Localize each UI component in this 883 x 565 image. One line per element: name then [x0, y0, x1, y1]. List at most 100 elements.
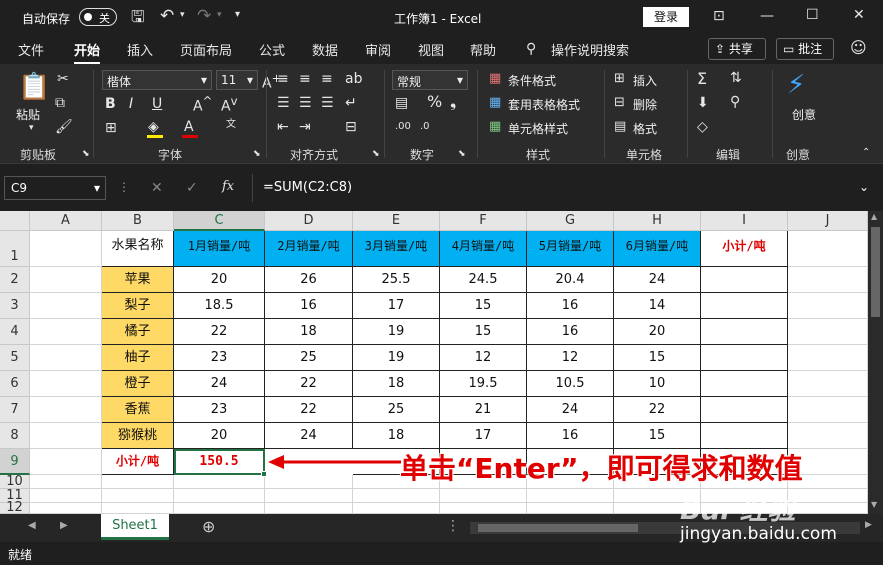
create-button[interactable]: 创意 — [792, 106, 816, 123]
data-cell[interactable]: 18 — [353, 371, 440, 397]
cell-j6[interactable] — [788, 371, 868, 397]
underline-button[interactable]: U — [152, 97, 162, 111]
align-middle-icon[interactable]: ≡ — [299, 72, 311, 86]
data-cell[interactable]: 19.5 — [440, 371, 527, 397]
maximize-icon[interactable]: ☐ — [806, 8, 819, 22]
format-cells-button[interactable]: 格式 — [633, 120, 657, 137]
autosave-toggle[interactable]: 关 — [79, 8, 117, 26]
column-header-a[interactable]: A — [30, 211, 102, 231]
data-cell[interactable]: 20 — [614, 319, 701, 345]
format-as-table-button[interactable]: 套用表格格式 — [508, 96, 580, 113]
cell-c12[interactable] — [174, 503, 265, 514]
data-cell[interactable]: 16 — [265, 293, 353, 319]
decrease-indent-icon[interactable]: ⇤ — [277, 120, 289, 134]
smiley-feedback-icon[interactable]: ☺ — [850, 40, 867, 56]
customize-toolbar-icon[interactable]: ▾ — [235, 10, 240, 20]
data-cell[interactable]: 12 — [440, 345, 527, 371]
align-top-icon[interactable]: ≡ — [277, 72, 289, 86]
fill-color-icon[interactable]: ◈ — [148, 120, 159, 134]
data-cell[interactable]: 20.4 — [527, 267, 614, 293]
subtotal-cell[interactable] — [701, 423, 788, 449]
row-header-5[interactable]: 5 — [0, 345, 30, 371]
tab-data[interactable]: 数据 — [312, 40, 338, 59]
search-label[interactable]: 操作说明搜索 — [551, 40, 629, 59]
data-cell[interactable]: 18 — [353, 423, 440, 449]
cut-icon[interactable]: ✂ — [57, 72, 69, 86]
worksheet-grid[interactable]: A B C D E F G H I J 1 2 3 4 5 6 7 8 9 10 11 12 水果名称 1月销量/吨 2月销量/… — [0, 211, 868, 514]
cell-a1[interactable] — [30, 231, 102, 267]
data-cell[interactable]: 22 — [174, 319, 265, 345]
insert-cells-button[interactable]: 插入 — [633, 72, 657, 89]
data-cell[interactable]: 16 — [527, 423, 614, 449]
table-header-cell[interactable]: 水果名称 — [102, 231, 174, 267]
confirm-entry-icon[interactable]: ✓ — [186, 181, 198, 195]
tab-review[interactable]: 审阅 — [365, 40, 391, 59]
row-header-10[interactable]: 10 — [0, 475, 30, 489]
comma-style-icon[interactable]: ❟ — [450, 94, 456, 110]
column-header-j[interactable]: J — [788, 211, 868, 231]
undo-dropdown-icon[interactable]: ▾ — [180, 11, 185, 20]
fruit-name-cell[interactable]: 香蕉 — [102, 397, 174, 423]
data-cell[interactable]: 25.5 — [353, 267, 440, 293]
phonetic-icon[interactable]: 文 — [226, 120, 236, 130]
tab-formulas[interactable]: 公式 — [259, 40, 285, 59]
row-header-12[interactable]: 12 — [0, 501, 30, 514]
paste-label[interactable]: 粘贴 — [16, 106, 40, 123]
subtotal-cell[interactable] — [701, 267, 788, 293]
cell-g11[interactable] — [527, 489, 614, 503]
autosum-icon[interactable]: Σ — [697, 71, 707, 87]
data-cell[interactable]: 15 — [440, 319, 527, 345]
cell-c10[interactable] — [174, 475, 265, 489]
borders-icon[interactable]: ⊞ — [105, 121, 117, 135]
row-header-6[interactable]: 6 — [0, 371, 30, 397]
cell-d11[interactable] — [265, 489, 353, 503]
data-cell[interactable]: 20 — [174, 423, 265, 449]
cell-j1[interactable] — [788, 231, 868, 267]
cell-a6[interactable] — [30, 371, 102, 397]
scroll-right-arrow-icon[interactable]: ▶ — [865, 521, 872, 530]
column-header-f[interactable]: F — [440, 211, 527, 231]
scroll-left-icon[interactable]: ◀ — [28, 521, 36, 531]
data-cell[interactable]: 17 — [353, 293, 440, 319]
collapse-ribbon-icon[interactable]: ⌃ — [862, 148, 870, 158]
font-size-select[interactable]: 11 ▾ — [216, 70, 258, 90]
data-cell[interactable]: 24 — [174, 371, 265, 397]
increase-font-size-icon[interactable]: A^ — [193, 95, 212, 114]
cell-d12[interactable] — [265, 503, 353, 514]
subtotal-cell[interactable] — [701, 397, 788, 423]
data-cell[interactable]: 26 — [265, 267, 353, 293]
data-cell[interactable]: 16 — [527, 293, 614, 319]
formula-input[interactable]: =SUM(C2:C8) ⌄ — [252, 174, 878, 202]
font-color-icon[interactable]: A — [184, 120, 194, 134]
close-icon[interactable]: ✕ — [853, 8, 865, 22]
data-cell[interactable]: 10.5 — [527, 371, 614, 397]
undo-icon[interactable]: ↶ — [160, 8, 174, 25]
row-header-8[interactable]: 8 — [0, 423, 30, 449]
conditional-format-button[interactable]: 条件格式 — [508, 72, 556, 89]
align-bottom-icon[interactable]: ≡ — [321, 72, 333, 86]
redo-icon[interactable]: ↷ — [197, 8, 211, 25]
more-options-icon[interactable]: ⋮ — [118, 181, 130, 193]
tab-home[interactable]: 开始 — [74, 40, 101, 65]
accounting-format-icon[interactable]: ▤ — [395, 96, 408, 110]
data-cell[interactable]: 15 — [614, 345, 701, 371]
align-center-icon[interactable]: ☰ — [299, 96, 312, 110]
tab-file[interactable]: 文件 — [18, 40, 44, 59]
data-cell[interactable]: 23 — [174, 397, 265, 423]
share-button[interactable]: ⇪ 共享 — [708, 38, 766, 60]
data-cell[interactable]: 18 — [265, 319, 353, 345]
login-button[interactable]: 登录 — [643, 7, 689, 27]
fruit-name-cell[interactable]: 苹果 — [102, 267, 174, 293]
cell-j2[interactable] — [788, 267, 868, 293]
cell-a8[interactable] — [30, 423, 102, 449]
delete-cells-button[interactable]: 删除 — [633, 96, 657, 113]
cancel-entry-icon[interactable]: ✕ — [151, 181, 163, 195]
decrease-decimal-icon[interactable]: .0 — [420, 122, 430, 132]
row-header-3[interactable]: 3 — [0, 293, 30, 319]
row-header-4[interactable]: 4 — [0, 319, 30, 345]
fruit-name-cell[interactable]: 梨子 — [102, 293, 174, 319]
subtotal-cell[interactable] — [701, 293, 788, 319]
align-left-icon[interactable]: ☰ — [277, 96, 290, 110]
data-cell[interactable]: 24 — [265, 423, 353, 449]
search-icon[interactable]: ⚲ — [526, 42, 536, 56]
